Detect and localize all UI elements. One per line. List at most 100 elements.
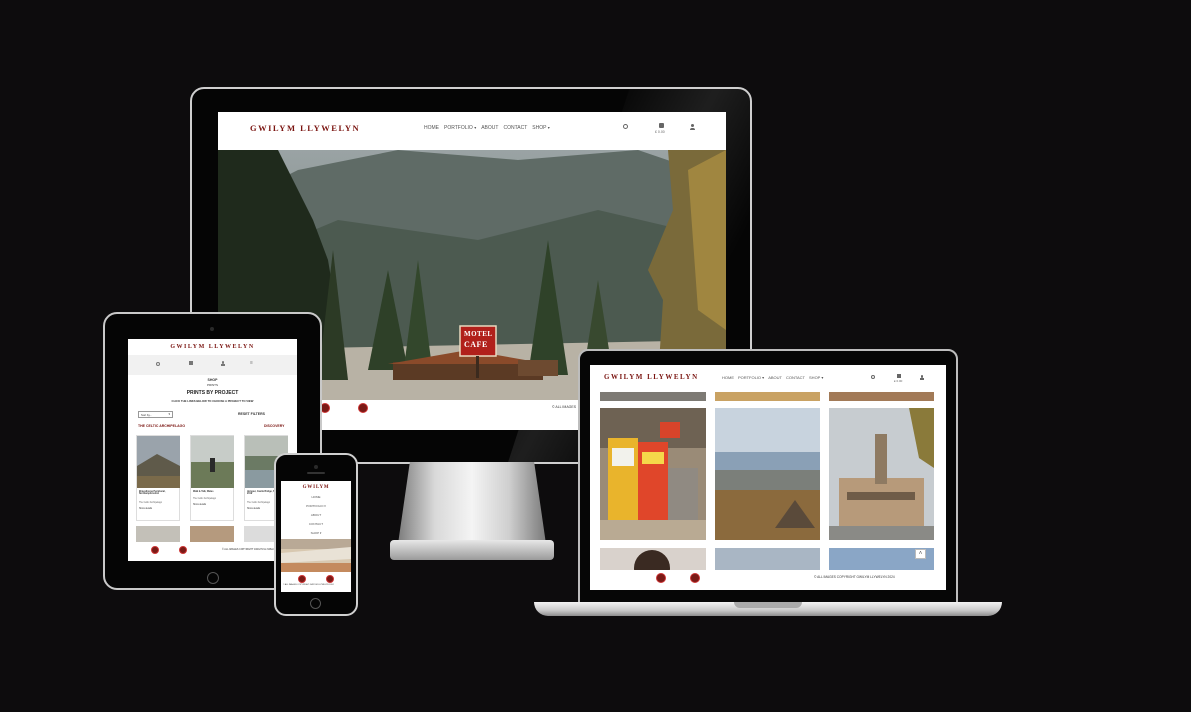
chevron-down-icon: ▾ — [168, 412, 170, 416]
email-icon[interactable] — [179, 546, 187, 554]
search-icon[interactable] — [156, 362, 160, 366]
chevron-down-icon: ▾ — [474, 125, 477, 130]
nav-about[interactable]: ABOUT — [768, 375, 782, 380]
tablet-logo[interactable]: GWILYM LLYWELYN — [128, 344, 297, 350]
tablet-subheading: CLICK THE LINKS BELOW TO CHOOSE A PROJEC… — [171, 399, 254, 403]
phone-camera — [314, 465, 318, 469]
product-image[interactable] — [136, 526, 180, 542]
chevron-down-icon: ▾ — [821, 375, 824, 380]
tablet-toolbar: ≡ — [128, 355, 297, 375]
product-details-link[interactable]: Show details — [139, 508, 152, 510]
nav-about[interactable]: ABOUT — [481, 125, 498, 131]
chevron-up-icon: ˄ — [918, 551, 923, 557]
nav-contact[interactable]: CONTACT — [503, 125, 527, 131]
tablet-breadcrumb-shop[interactable]: SHOP — [128, 378, 297, 382]
cart-icon[interactable] — [189, 361, 193, 365]
monitor-stand-base — [390, 540, 554, 560]
email-icon[interactable] — [358, 403, 368, 413]
cart-icon[interactable] — [897, 374, 901, 378]
beach-photo — [281, 539, 351, 572]
nav-home[interactable]: HOME — [424, 125, 439, 131]
gallery-photo-portrait[interactable] — [600, 548, 706, 570]
nav-shop[interactable]: SHOP ▾ — [532, 125, 550, 131]
account-icon[interactable] — [920, 375, 924, 380]
phone-menu-contact[interactable]: CONTACT — [281, 522, 351, 526]
instagram-icon[interactable] — [298, 575, 306, 583]
tablet-footer: © ALL IMAGES COPYRIGHT GWILYM LLYWELYN 2… — [128, 543, 297, 561]
phone-speaker — [307, 472, 325, 474]
phone-copyright: © ALL IMAGES COPYRIGHT GWILYM LLYWELYN 2… — [283, 584, 334, 586]
tablet-screen: GWILYM LLYWELYN ≡ SHOP PRINTS PRINTS BY … — [128, 339, 297, 561]
nav-home[interactable]: HOME — [722, 375, 734, 380]
tablet-heading: PRINTS BY PROJECT — [186, 390, 239, 396]
phone-menu-about[interactable]: ABOUT — [281, 513, 351, 517]
email-icon[interactable] — [690, 573, 700, 583]
portrait-subject — [634, 550, 670, 570]
gallery-photo-sky[interactable] — [715, 548, 820, 570]
tablet-breadcrumb-prints[interactable]: PRINTS — [128, 383, 297, 387]
gallery-photo-landscape[interactable] — [715, 408, 820, 540]
project-link-discovery[interactable]: DISCOVERY — [264, 424, 285, 428]
nav-shop[interactable]: SHOP ▾ — [809, 375, 823, 380]
product-details-link[interactable]: Show details — [193, 504, 206, 506]
menu-icon[interactable]: ≡ — [250, 361, 255, 366]
cart-icon[interactable] — [659, 123, 664, 128]
phone-menu-portfolio[interactable]: PORTFOLIO ▾ — [281, 504, 351, 508]
laptop-footer: © ALL IMAGES COPYRIGHT GWILYM LLYWELYN 2… — [590, 570, 946, 590]
phone-logo[interactable]: GWILYM — [281, 485, 351, 490]
product-meta: The Celtic Archipelago — [247, 502, 270, 504]
chevron-down-icon: ▾ — [547, 125, 550, 130]
hero-sign-line2: CAFE — [464, 340, 488, 349]
gallery-strip-2[interactable] — [715, 392, 820, 401]
laptop-header: GWILYM LLYWELYN HOME PORTFOLIO ▾ ABOUT C… — [590, 365, 946, 392]
back-to-top-button[interactable]: ˄ — [915, 549, 926, 559]
sort-select[interactable]: Sort by... ▾ — [138, 411, 173, 418]
chevron-down-icon: ▾ — [324, 504, 326, 508]
nav-portfolio[interactable]: PORTFOLIO ▾ — [738, 375, 764, 380]
reset-filters-button[interactable]: RESET FILTERS — [238, 412, 265, 416]
product-card[interactable]: Walk & Talk, Wales The Celtic Archipelag… — [190, 435, 234, 521]
gallery-photo-newsstand[interactable] — [600, 408, 706, 540]
account-icon[interactable] — [690, 124, 695, 130]
product-image[interactable] — [190, 526, 234, 542]
product-card[interactable]: Elmesthorpe Peripheral, Northamptonshire… — [136, 435, 180, 521]
gallery-strip-1[interactable] — [600, 392, 706, 401]
search-icon[interactable] — [623, 124, 628, 129]
desktop-logo[interactable]: GWILYM LLYWELYN — [250, 123, 360, 133]
landscape-photo — [715, 408, 820, 540]
instagram-icon[interactable] — [151, 546, 159, 554]
sort-select-value: Sort by... — [141, 413, 152, 417]
search-icon[interactable] — [871, 375, 875, 379]
product-title: Elmesthorpe Peripheral, Northamptonshire — [139, 491, 166, 495]
phone-screen: GWILYM HOME PORTFOLIO ▾ ABOUT CONTACT SH… — [281, 481, 351, 592]
product-meta: The Celtic Archipelago — [193, 498, 216, 500]
desktop-nav: HOME PORTFOLIO ▾ ABOUT CONTACT SHOP ▾ — [424, 125, 550, 131]
nav-contact[interactable]: CONTACT — [786, 375, 805, 380]
laptop-notch — [734, 602, 802, 608]
chevron-down-icon: ▾ — [762, 375, 765, 380]
phone-home-button[interactable] — [310, 598, 321, 609]
nav-portfolio[interactable]: PORTFOLIO ▾ — [444, 125, 476, 131]
project-link-celtic[interactable]: THE CELTIC ARCHIPELAGO — [138, 424, 185, 428]
account-icon[interactable] — [221, 361, 225, 366]
laptop-screen: GWILYM LLYWELYN HOME PORTFOLIO ▾ ABOUT C… — [590, 365, 946, 590]
monitor-stand-neck — [398, 462, 546, 544]
product-title: Walk & Talk, Wales — [193, 491, 214, 493]
laptop-cart-total: £ 0.00 — [894, 379, 903, 383]
tablet-camera — [210, 327, 214, 331]
laptop-logo[interactable]: GWILYM LLYWELYN — [604, 373, 699, 381]
tablet-home-button[interactable] — [207, 572, 219, 584]
product-details-link[interactable]: Show details — [247, 508, 260, 510]
desktop-header: GWILYM LLYWELYN HOME PORTFOLIO ▾ ABOUT C… — [218, 112, 726, 150]
email-icon[interactable] — [326, 575, 334, 583]
chevron-down-icon: ▾ — [319, 531, 322, 535]
gallery-strip-3[interactable] — [829, 392, 934, 401]
phone-menu-shop[interactable]: SHOP ▾ — [281, 531, 351, 535]
phone-hero-image — [281, 539, 351, 572]
laptop-copyright: © ALL IMAGES COPYRIGHT GWILYM LLYWELYN 2… — [814, 575, 895, 579]
phone-footer: © ALL IMAGES COPYRIGHT GWILYM LLYWELYN 2… — [281, 572, 351, 592]
phone-menu-home[interactable]: HOME — [281, 495, 351, 499]
product-image — [191, 436, 234, 488]
instagram-icon[interactable] — [656, 573, 666, 583]
gallery-photo-cinema[interactable] — [829, 408, 934, 540]
